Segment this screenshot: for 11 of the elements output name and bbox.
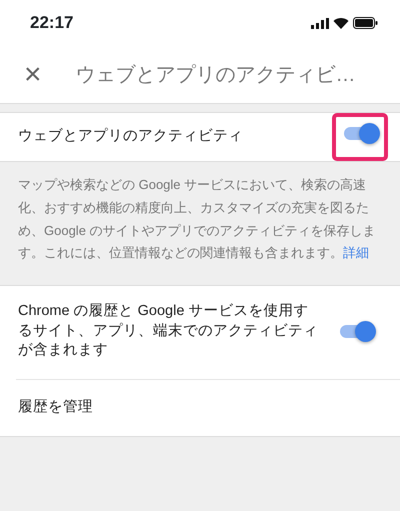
setting-label: ウェブとアプリのアクティビティ: [18, 126, 243, 146]
battery-icon: [353, 17, 378, 29]
details-link[interactable]: 詳細: [343, 245, 369, 260]
status-time: 22:17: [30, 12, 74, 34]
page-title: ウェブとアプリのアクティビ…: [76, 62, 356, 88]
description-text: マップや検索などの Google サービスにおいて、検索の高速化、おすすめ機能の精度向上、カスタマイズの充実を図るため、Google のサイトやアプリでのアクティビティを保存します。これには、位置情報などの関連情報も含まれます。詳細: [17, 176, 377, 262]
wifi-icon: [333, 17, 349, 29]
manage-history-item[interactable]: 履歴を管理: [18, 398, 93, 415]
close-button[interactable]: ×: [16, 60, 50, 90]
setting-label: Chrome の履歴と Google サービスを使用するサイト、アプリ、端末でのアクティビティが含まれます: [18, 302, 318, 360]
signal-icon: [311, 18, 329, 28]
